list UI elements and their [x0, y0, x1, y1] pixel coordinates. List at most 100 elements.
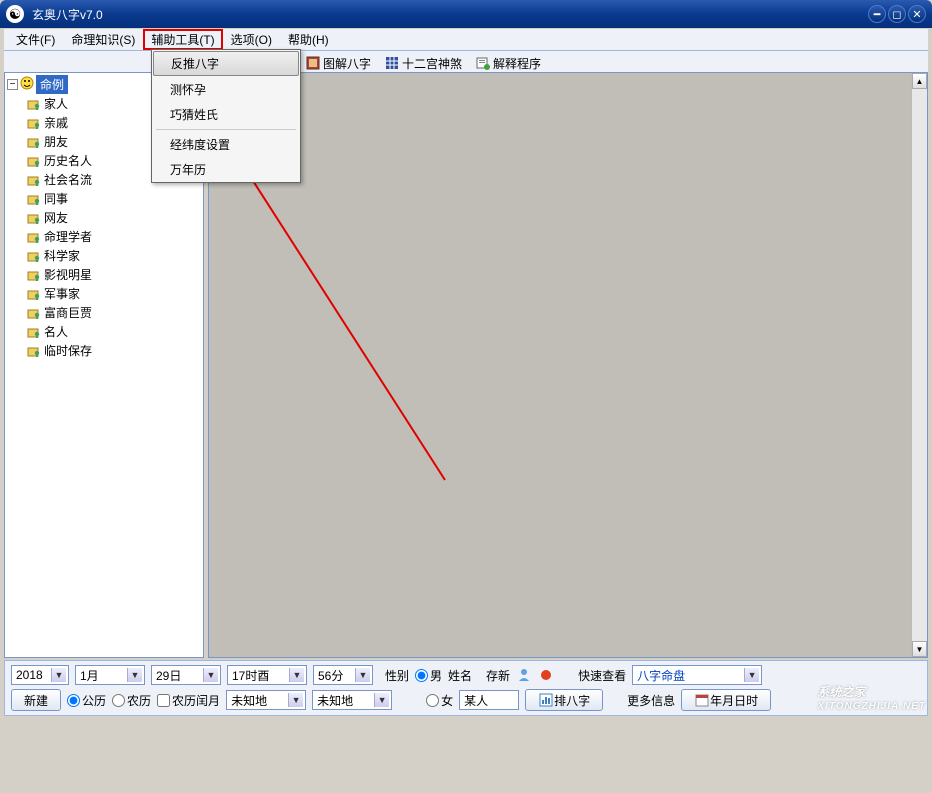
folder-person-icon [27, 173, 41, 187]
folder-person-icon [27, 154, 41, 168]
place2-select[interactable]: 未知地 [312, 690, 392, 710]
maximize-button[interactable]: ◻ [888, 5, 906, 23]
day-select[interactable]: 29日 [151, 665, 221, 685]
main-area: − 命例 家人亲戚朋友历史名人社会名流同事网友命理学者科学家影视明星军事家富商巨… [4, 72, 928, 658]
scroll-down-icon[interactable]: ▼ [912, 641, 927, 657]
folder-person-icon [27, 230, 41, 244]
folder-person-icon [27, 116, 41, 130]
quickview-label: 快速查看 [578, 667, 626, 684]
leap-month-checkbox[interactable]: 农历闰月 [157, 692, 220, 709]
tree-item[interactable]: 名人 [27, 322, 201, 341]
quickview-select[interactable]: 八字命盘 [632, 665, 762, 685]
content-pane: ▲ ▼ [208, 72, 928, 658]
year-select[interactable]: 2018 [11, 665, 69, 685]
bottom-panel: 2018 1月 29日 17时酉 56分 性别 男 姓名 存新 快速查看 八字命… [4, 660, 928, 716]
gender-male[interactable]: 男 [415, 667, 442, 684]
scroll-up-icon[interactable]: ▲ [912, 73, 927, 89]
name-input[interactable] [459, 690, 519, 710]
dropdown-fantui[interactable]: 反推八字 [153, 51, 299, 76]
folder-person-icon [27, 192, 41, 206]
tree-item-label: 同事 [44, 190, 68, 207]
toolbar-jieshi[interactable]: 解释程序 [470, 53, 547, 74]
menu-file[interactable]: 文件(F) [8, 29, 63, 50]
menubar: 文件(F) 命理知识(S) 辅助工具(T) 选项(O) 帮助(H) [4, 29, 928, 51]
folder-person-icon [27, 211, 41, 225]
tree-item-label: 网友 [44, 209, 68, 226]
place1-select[interactable]: 未知地 [226, 690, 306, 710]
app-icon: ☯ [6, 5, 24, 23]
tree-item-label: 富商巨贾 [44, 304, 92, 321]
folder-person-icon [27, 97, 41, 111]
chart-icon [538, 692, 554, 708]
toolbar-shensha-label: 十二宫神煞 [402, 55, 462, 72]
tree-item-label: 影视明星 [44, 266, 92, 283]
tree-item-label: 朋友 [44, 133, 68, 150]
tree-item[interactable]: 临时保存 [27, 341, 201, 360]
month-select[interactable]: 1月 [75, 665, 145, 685]
bottom-row-2: 新建 公历 农历 农历闰月 未知地 未知地 女 排八字 更多信息 年月日时 [11, 689, 921, 711]
dropdown-qiaocai[interactable]: 巧猜姓氏 [152, 102, 300, 127]
tree-item[interactable]: 命理学者 [27, 227, 201, 246]
menu-tools[interactable]: 辅助工具(T) [143, 29, 222, 50]
dropdown-wannianli[interactable]: 万年历 [152, 157, 300, 182]
tree-item-label: 名人 [44, 323, 68, 340]
toolbar-tushi[interactable]: 图解八字 [300, 53, 377, 74]
tree-item-label: 社会名流 [44, 171, 92, 188]
close-button[interactable]: ✕ [908, 5, 926, 23]
save-new-label: 存新 [486, 667, 510, 684]
vertical-scrollbar[interactable]: ▲ ▼ [911, 73, 927, 657]
new-button[interactable]: 新建 [11, 689, 61, 711]
minimize-button[interactable]: ━ [868, 5, 886, 23]
tools-dropdown: 反推八字 测怀孕 巧猜姓氏 经纬度设置 万年历 [151, 49, 301, 183]
window-controls: ━ ◻ ✕ [868, 5, 926, 23]
sun-icon[interactable] [538, 667, 554, 683]
calendar-icon [694, 692, 710, 708]
paibazi-button[interactable]: 排八字 [525, 689, 603, 711]
folder-person-icon [27, 249, 41, 263]
tree-item[interactable]: 军事家 [27, 284, 201, 303]
toolbar-tushi-label: 图解八字 [323, 55, 371, 72]
tree-root-label: 命例 [36, 75, 68, 94]
tree-item-label: 亲戚 [44, 114, 68, 131]
menu-options[interactable]: 选项(O) [223, 29, 280, 50]
folder-person-icon [27, 135, 41, 149]
tree-item-label: 家人 [44, 95, 68, 112]
moreinfo-button[interactable]: 年月日时 [681, 689, 771, 711]
tree-item-label: 历史名人 [44, 152, 92, 169]
bottom-row-1: 2018 1月 29日 17时酉 56分 性别 男 姓名 存新 快速查看 八字命… [11, 665, 921, 685]
dropdown-cehuaiyun[interactable]: 测怀孕 [152, 77, 300, 102]
collapse-icon[interactable]: − [7, 79, 18, 90]
calendar-lunar[interactable]: 农历 [112, 692, 151, 709]
folder-person-icon [27, 287, 41, 301]
tree-item[interactable]: 富商巨贾 [27, 303, 201, 322]
minute-select[interactable]: 56分 [313, 665, 373, 685]
explain-icon [476, 56, 490, 70]
calendar-solar[interactable]: 公历 [67, 692, 106, 709]
person-icon[interactable] [516, 667, 532, 683]
toolbar-shensha[interactable]: 十二宫神煞 [379, 53, 468, 74]
folder-person-icon [27, 306, 41, 320]
diagram-icon [306, 56, 320, 70]
folder-person-icon [27, 268, 41, 282]
tree-item[interactable]: 科学家 [27, 246, 201, 265]
tree-item-label: 临时保存 [44, 342, 92, 359]
gender-female[interactable]: 女 [426, 692, 453, 709]
window-title: 玄奥八字v7.0 [32, 6, 868, 23]
folder-person-icon [27, 325, 41, 339]
toolbar-jieshi-label: 解释程序 [493, 55, 541, 72]
tree-item[interactable]: 同事 [27, 189, 201, 208]
menu-help[interactable]: 帮助(H) [280, 29, 337, 50]
tree-item-label: 军事家 [44, 285, 80, 302]
tree-item-label: 命理学者 [44, 228, 92, 245]
smiley-icon [20, 76, 34, 93]
gender-label: 性别 [385, 667, 409, 684]
name-label: 姓名 [448, 667, 472, 684]
tree-item[interactable]: 影视明星 [27, 265, 201, 284]
titlebar: ☯ 玄奥八字v7.0 ━ ◻ ✕ [0, 0, 932, 28]
dropdown-jingwei[interactable]: 经纬度设置 [152, 132, 300, 157]
tree-item[interactable]: 网友 [27, 208, 201, 227]
moreinfo-label: 更多信息 [627, 692, 675, 709]
folder-person-icon [27, 344, 41, 358]
hour-select[interactable]: 17时酉 [227, 665, 307, 685]
menu-knowledge[interactable]: 命理知识(S) [63, 29, 143, 50]
